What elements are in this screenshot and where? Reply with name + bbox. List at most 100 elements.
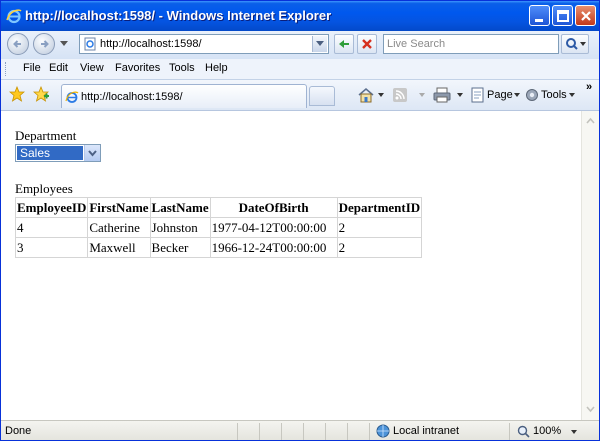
stop-icon (362, 39, 372, 49)
page-icon (84, 37, 96, 51)
chevron-down-icon[interactable] (457, 93, 463, 97)
address-toolbar: http://localhost:1598/ Live Search (1, 31, 599, 60)
minimize-icon (535, 19, 543, 22)
menu-bar: File Edit View Favorites Tools Help (1, 59, 599, 80)
minimize-button[interactable] (529, 5, 550, 26)
print-icon[interactable] (433, 87, 451, 103)
scroll-down-icon[interactable] (583, 401, 598, 416)
maximize-icon (557, 10, 569, 22)
chevron-more-icon[interactable]: » (586, 81, 592, 93)
favorites-star-icon[interactable] (9, 86, 25, 102)
column-header: EmployeeID (14, 197, 89, 218)
forward-button[interactable] (33, 33, 55, 55)
menu-help[interactable]: Help (205, 62, 228, 74)
address-field[interactable]: http://localhost:1598/ (79, 34, 329, 54)
search-input[interactable]: Live Search (383, 34, 559, 54)
status-divider (281, 423, 282, 440)
search-icon (566, 38, 586, 50)
table-row: 3 Maxwell Becker 1966-12-24T00:00:00 2 (14, 237, 423, 258)
table-cell: 1966-12-24T00:00:00 (209, 237, 338, 258)
chevron-down-icon (316, 41, 324, 46)
toolbar-grip (5, 62, 8, 76)
title-bar: http://localhost:1598/ - Windows Interne… (1, 1, 599, 31)
browser-window: http://localhost:1598/ - Windows Interne… (0, 0, 600, 441)
internet-explorer-icon (65, 91, 79, 103)
close-icon (581, 11, 591, 21)
status-divider (509, 423, 510, 440)
chevron-down-icon (88, 150, 97, 157)
table-cell: Becker (149, 237, 211, 258)
menu-favorites[interactable]: Favorites (115, 62, 160, 74)
table-cell: 4 (14, 217, 89, 238)
table-cell: 2 (336, 217, 423, 238)
zoom-dropdown-icon[interactable] (571, 430, 577, 434)
status-divider (237, 423, 238, 440)
status-divider (303, 423, 304, 440)
address-dropdown-button[interactable] (312, 36, 327, 52)
status-divider (369, 423, 370, 440)
table-cell: Catherine (87, 217, 151, 238)
menu-view[interactable]: View (80, 62, 104, 74)
close-button[interactable] (575, 5, 596, 26)
department-selected-value: Sales (17, 146, 83, 160)
security-zone[interactable]: Local intranet (393, 425, 459, 437)
gear-icon[interactable] (524, 87, 540, 103)
department-label: Department (15, 128, 77, 143)
table-cell: 2 (336, 237, 423, 258)
page-content: Department Sales Employees EmployeeID Fi… (1, 111, 581, 420)
column-header: DepartmentID (336, 197, 423, 218)
department-dropdown-button[interactable] (84, 145, 100, 161)
home-icon[interactable] (357, 87, 375, 103)
status-bar: Done Local intranet 100% (1, 420, 599, 440)
status-text: Done (5, 425, 32, 437)
table-cell: Johnston (149, 217, 211, 238)
scroll-up-icon[interactable] (583, 113, 598, 128)
local-intranet-icon (376, 424, 390, 438)
tab-command-bar: http://localhost:1598/ Page Tools » (1, 80, 599, 111)
chevron-down-icon[interactable] (419, 93, 425, 97)
chevron-down-icon[interactable] (514, 93, 520, 97)
search-button[interactable] (561, 34, 589, 54)
table-cell: 3 (14, 237, 89, 258)
refresh-button[interactable] (334, 34, 354, 54)
back-arrow-icon (13, 40, 21, 48)
internet-explorer-icon (6, 9, 22, 24)
zoom-level[interactable]: 100% (533, 425, 561, 437)
table-header-row: EmployeeID FirstName LastName DateOfBirt… (14, 197, 423, 218)
menu-tools[interactable]: Tools (169, 62, 195, 74)
add-favorite-icon[interactable] (33, 86, 49, 102)
column-header: FirstName (87, 197, 151, 218)
tools-menu-button[interactable]: Tools (541, 89, 567, 101)
table-row: 4 Catherine Johnston 1977-04-12T00:00:00… (14, 217, 423, 238)
new-tab-button[interactable] (309, 86, 335, 106)
forward-arrow-icon (41, 40, 49, 48)
refresh-icon (339, 40, 349, 48)
tab-localhost[interactable]: http://localhost:1598/ (61, 84, 307, 108)
vertical-scrollbar[interactable] (581, 111, 599, 420)
chevron-down-icon[interactable] (378, 93, 384, 97)
page-menu-button[interactable]: Page (487, 89, 513, 101)
employees-label: Employees (15, 181, 73, 196)
stop-button[interactable] (357, 34, 377, 54)
back-button[interactable] (7, 33, 29, 55)
feeds-icon[interactable] (393, 88, 407, 102)
page-menu-icon[interactable] (470, 87, 486, 103)
chevron-down-icon[interactable] (569, 93, 575, 97)
menu-edit[interactable]: Edit (49, 62, 68, 74)
employees-table: EmployeeID FirstName LastName DateOfBirt… (14, 197, 423, 258)
history-dropdown-icon[interactable] (60, 41, 68, 47)
column-header: LastName (149, 197, 211, 218)
window-title: http://localhost:1598/ - Windows Interne… (25, 8, 332, 23)
menu-file[interactable]: File (23, 62, 41, 74)
status-divider (347, 423, 348, 440)
address-url: http://localhost:1598/ (100, 38, 202, 50)
status-divider (259, 423, 260, 440)
table-cell: Maxwell (87, 237, 151, 258)
department-select[interactable]: Sales (15, 144, 101, 162)
table-cell: 1977-04-12T00:00:00 (209, 217, 338, 238)
tab-title: http://localhost:1598/ (81, 91, 183, 103)
status-divider (325, 423, 326, 440)
column-header: DateOfBirth (209, 197, 338, 218)
maximize-button[interactable] (552, 5, 573, 26)
zoom-icon[interactable] (517, 425, 531, 438)
